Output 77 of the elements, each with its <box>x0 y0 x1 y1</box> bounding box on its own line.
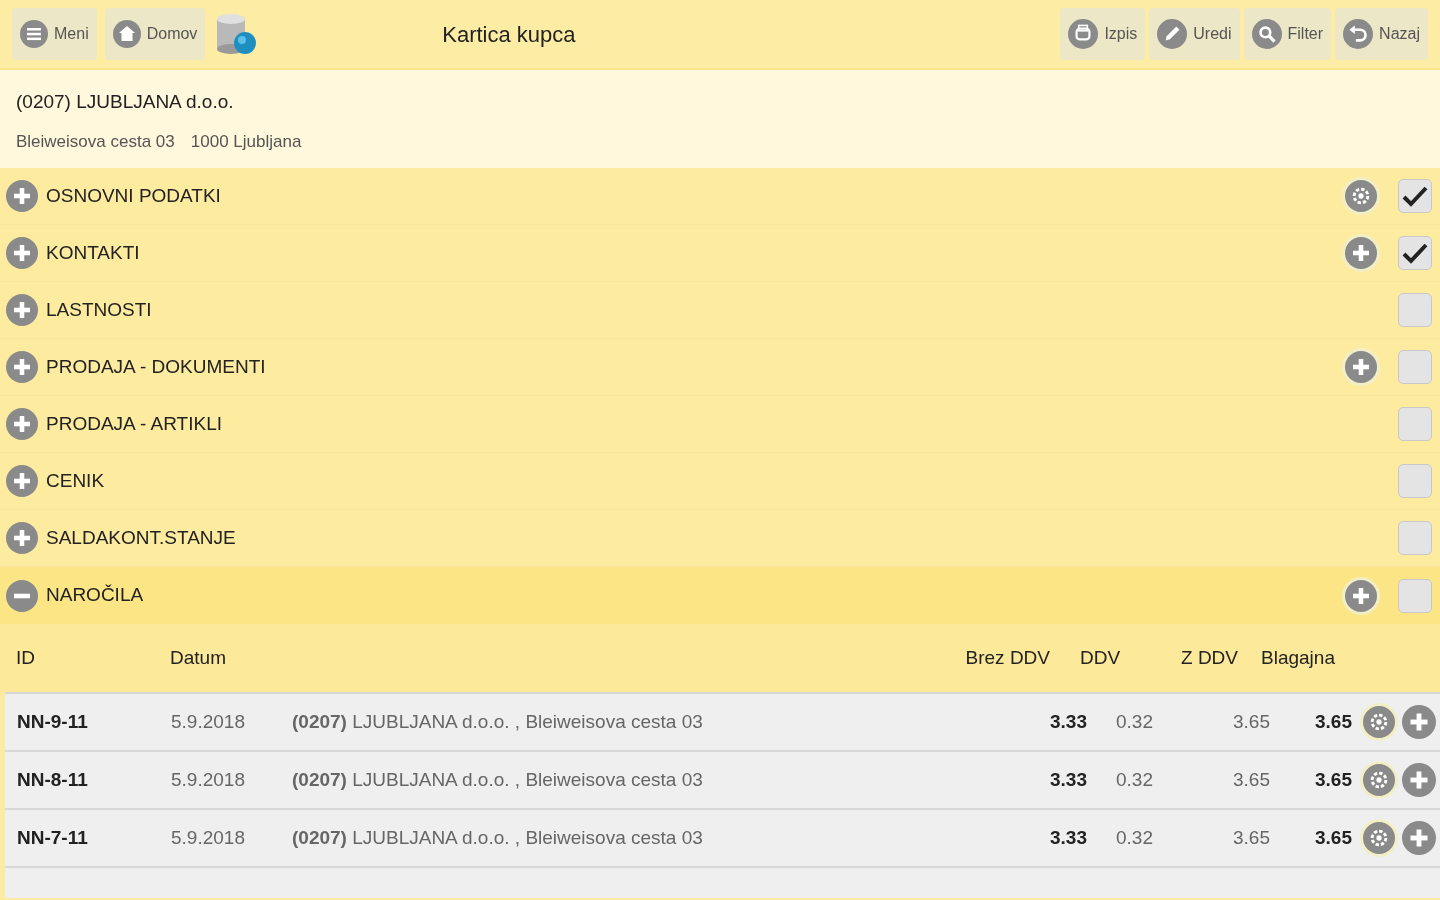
table-cell-text: 3.33 <box>1049 825 1087 850</box>
plus-icon[interactable] <box>1402 821 1436 855</box>
table-cell-text: 5.9.2018 <box>171 825 246 850</box>
settings-icon[interactable] <box>1363 706 1395 738</box>
toolbar-button[interactable]: Filter <box>1243 8 1332 60</box>
toolbar-button[interactable]: Izpis <box>1060 8 1146 60</box>
customer-street: Bleiweisova cesta 03 <box>16 130 175 153</box>
minus-icon[interactable] <box>6 579 38 612</box>
toolbar-button[interactable]: Domov <box>104 8 206 60</box>
plus-icon[interactable] <box>6 408 38 440</box>
section-title: NAROČILA <box>46 583 145 608</box>
table-cell-text: 0.32 <box>1115 825 1154 850</box>
checkbox[interactable] <box>1398 179 1432 213</box>
table-cell-text: 3.65 <box>1232 767 1270 792</box>
toolbar-button[interactable]: Nazaj <box>1335 8 1428 60</box>
checkbox[interactable] <box>1398 236 1432 270</box>
table-cell-text: (0207) LJUBLJANA d.o.o. , Bleiweisova cesta 03 <box>292 767 704 792</box>
column-header: ID <box>16 645 36 670</box>
customer-name: (0207) LJUBLJANA d.o.o. <box>16 90 235 114</box>
section-title: LASTNOSTI <box>46 297 153 322</box>
table-cell-text: 5.9.2018 <box>171 709 246 734</box>
checkbox[interactable] <box>1398 293 1432 327</box>
plus-icon[interactable] <box>1345 351 1377 383</box>
column-header: Brez DDV <box>964 645 1050 670</box>
plus-icon[interactable] <box>6 522 38 554</box>
column-header: DDV <box>1078 645 1122 670</box>
pencil-icon <box>1157 19 1188 49</box>
settings-icon[interactable] <box>1345 180 1377 212</box>
toolbar-button[interactable]: Meni <box>12 8 97 60</box>
settings-icon[interactable] <box>1363 822 1395 854</box>
table-cell-text: 3.65 <box>1314 767 1352 792</box>
plus-icon[interactable] <box>6 465 38 497</box>
table-cell-text: 3.33 <box>1049 767 1087 792</box>
section-title: CENIK <box>46 468 106 493</box>
table-cell-text: 3.65 <box>1314 709 1352 734</box>
section-title: PRODAJA - ARTIKLI <box>46 411 223 436</box>
toolbar-button[interactable]: Uredi <box>1149 8 1240 60</box>
page-title: Kartica kupca <box>441 20 577 49</box>
home-icon <box>112 20 141 48</box>
section-header[interactable]: NAROČILA <box>0 567 1440 624</box>
table-cell-text: 5.9.2018 <box>171 767 246 792</box>
settings-icon[interactable] <box>1363 764 1395 796</box>
plus-icon[interactable] <box>1402 705 1436 739</box>
search-icon <box>1251 19 1282 49</box>
table-cell-text: 3.65 <box>1314 825 1352 850</box>
column-header: Datum <box>170 645 227 670</box>
table-cell-text: 3.65 <box>1232 825 1270 850</box>
menu-icon <box>20 20 48 48</box>
plus-icon[interactable] <box>1402 763 1436 797</box>
table-cell-text: 3.33 <box>1049 709 1087 734</box>
plus-icon[interactable] <box>6 294 38 326</box>
checkbox[interactable] <box>1398 464 1432 498</box>
table-cell-text: 3.65 <box>1232 709 1270 734</box>
table-cell-text: 0.32 <box>1115 709 1154 734</box>
plus-icon[interactable] <box>6 351 38 383</box>
checkbox[interactable] <box>1398 407 1432 441</box>
plus-icon[interactable] <box>6 237 38 269</box>
table-cell-text: NN-7-11 <box>17 825 89 850</box>
table-cell-text: (0207) LJUBLJANA d.o.o. , Bleiweisova cesta 03 <box>292 825 704 850</box>
printer-icon <box>1068 19 1099 49</box>
column-header: Blagajna <box>1260 645 1336 670</box>
section-title: SALDAKONT.STANJE <box>46 525 237 550</box>
table-cell-text: 0.32 <box>1115 767 1154 792</box>
column-header: Z DDV <box>1180 645 1238 670</box>
section-title: PRODAJA - DOKUMENTI <box>46 354 267 379</box>
customer-city: 1000 Ljubljana <box>190 130 302 153</box>
plus-icon[interactable] <box>1345 579 1377 612</box>
section-title: OSNOVNI PODATKI <box>46 183 222 208</box>
plus-icon[interactable] <box>6 180 38 212</box>
table-cell-text: NN-9-11 <box>17 709 89 734</box>
plus-icon[interactable] <box>1345 237 1377 269</box>
checkbox[interactable] <box>1398 350 1432 384</box>
table-cell-text: NN-8-11 <box>17 767 89 792</box>
checkbox[interactable] <box>1398 521 1432 555</box>
section-title: KONTAKTI <box>46 240 141 265</box>
table-cell-text: (0207) LJUBLJANA d.o.o. , Bleiweisova cesta 03 <box>292 709 704 734</box>
checkbox[interactable] <box>1398 578 1432 613</box>
